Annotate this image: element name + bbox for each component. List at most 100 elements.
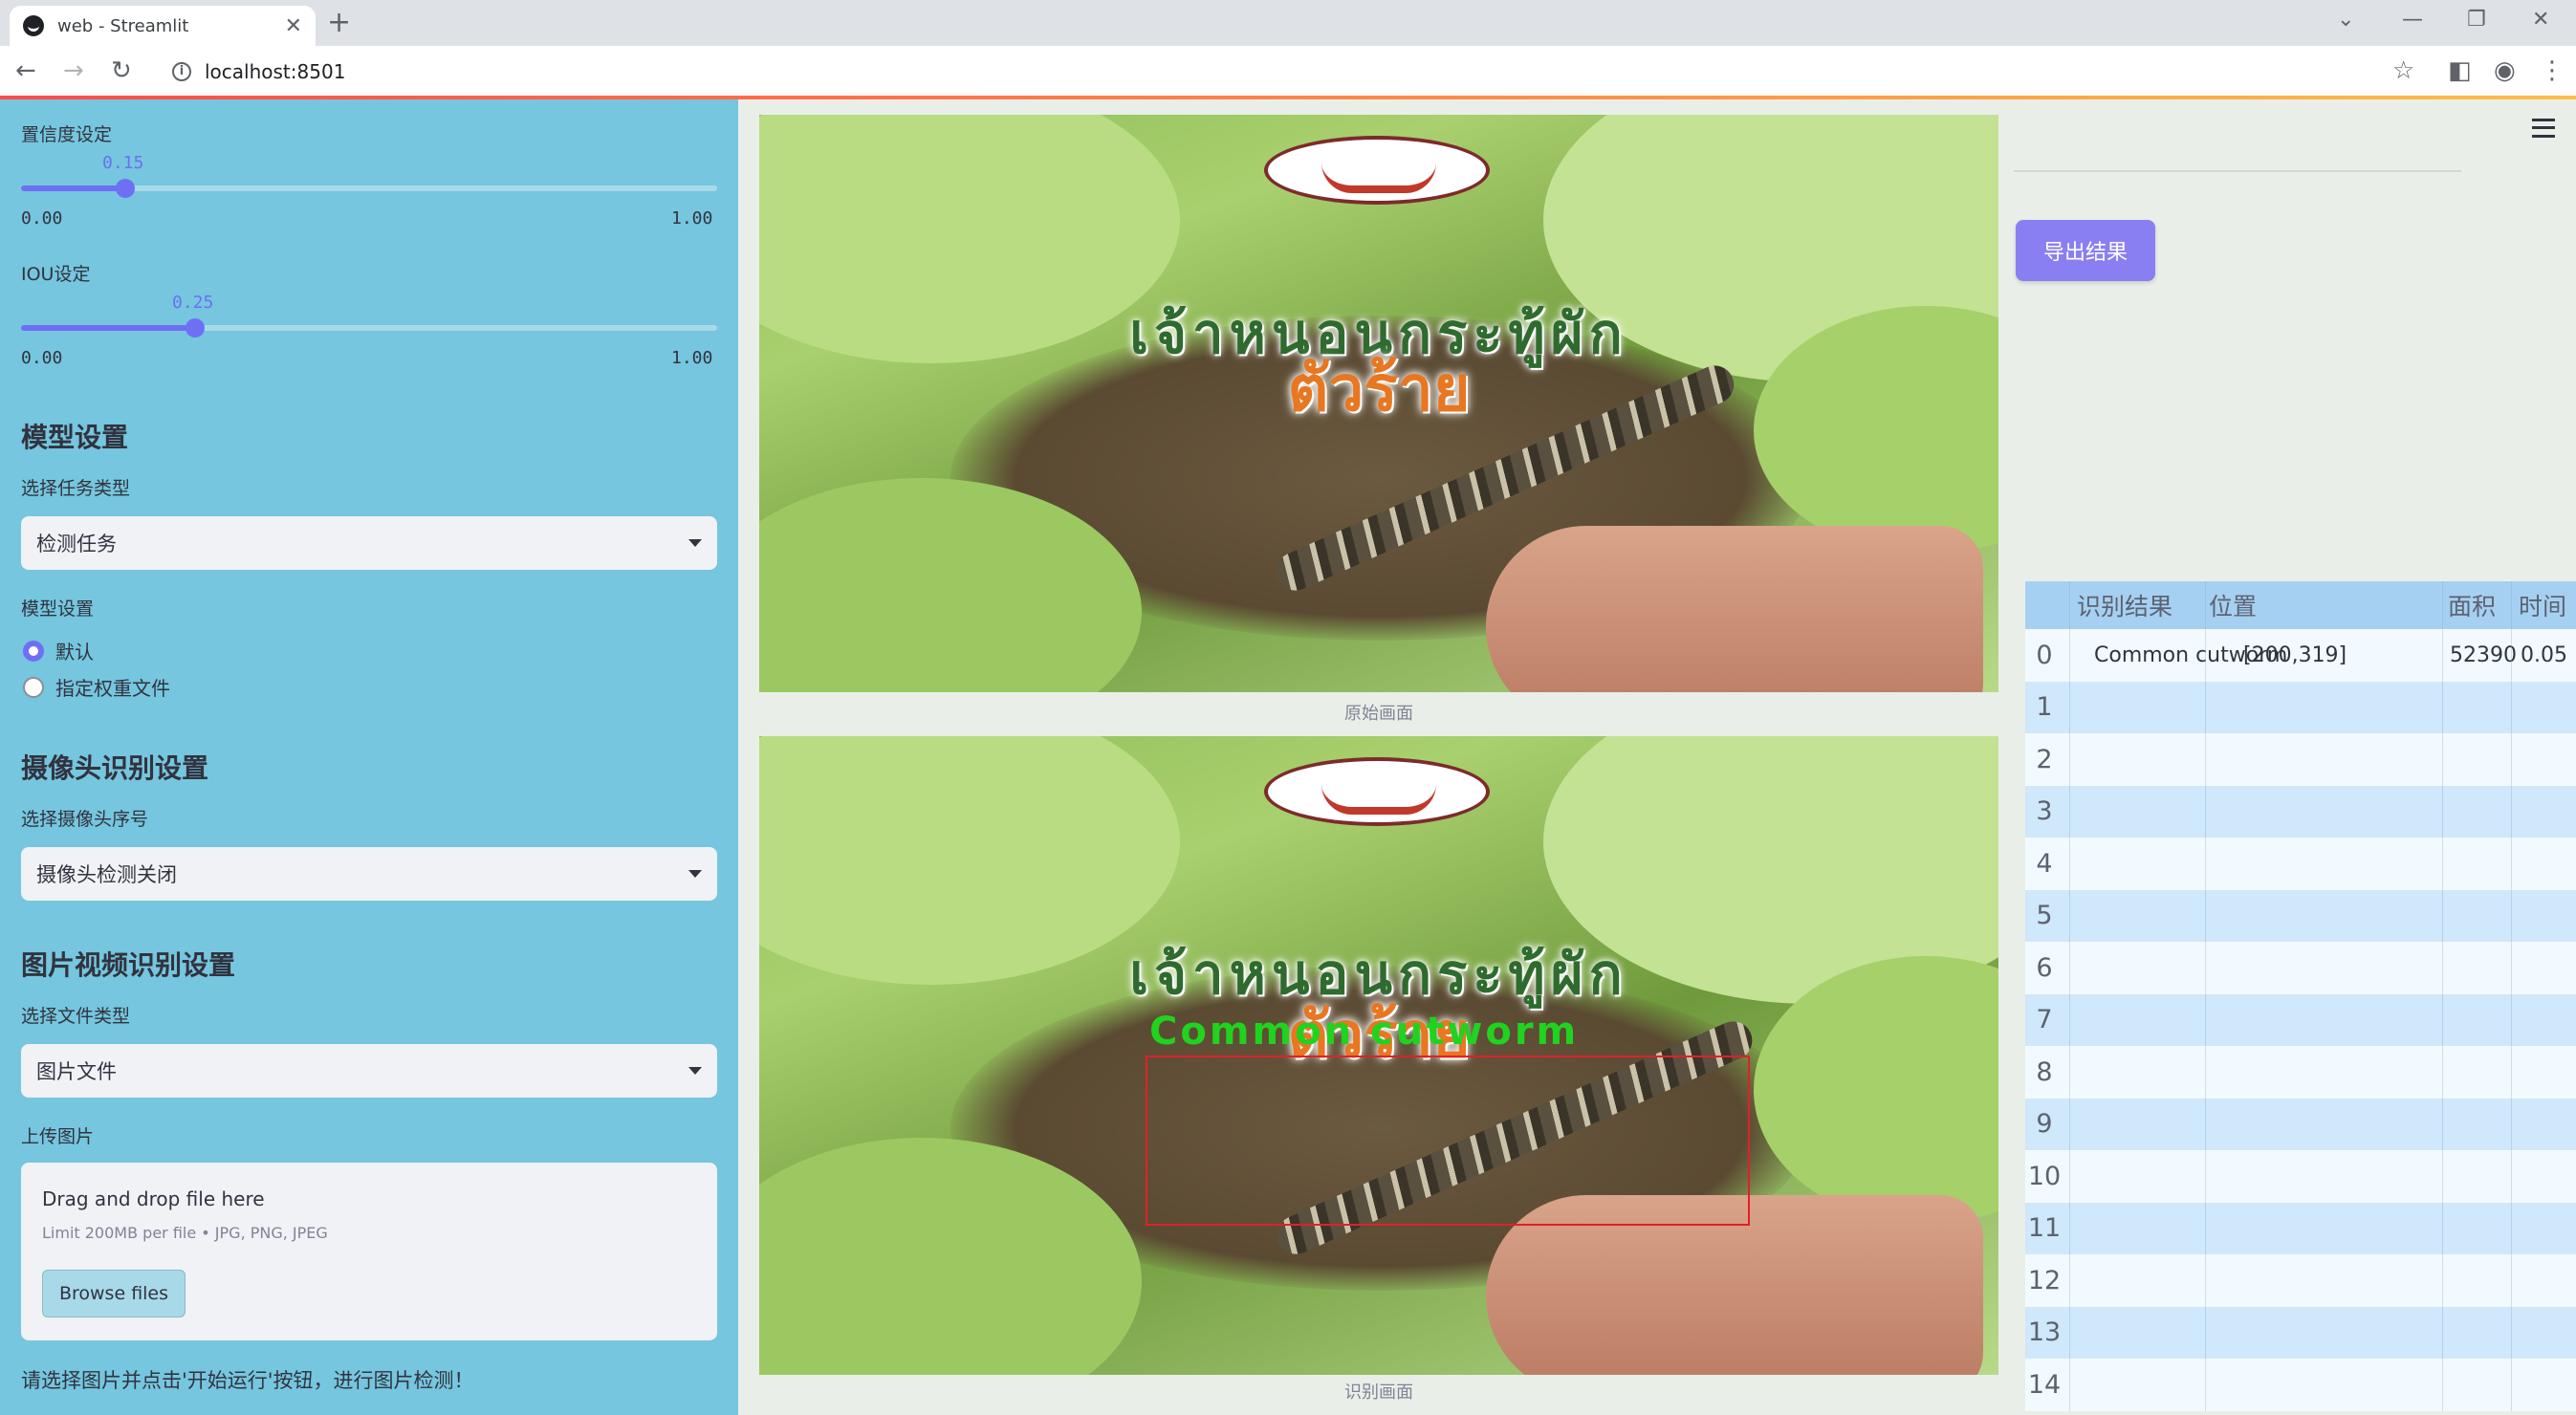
row-index: 8 [2036, 1056, 2053, 1087]
column-separator [2069, 1150, 2070, 1203]
column-separator [2442, 629, 2443, 682]
result-caption: 识别画面 [1344, 1382, 1413, 1403]
column-separator [2069, 733, 2070, 786]
column-separator [2442, 838, 2443, 890]
url-bar[interactable]: i localhost:8501 [161, 54, 2379, 90]
radio-default[interactable]: 默认 [23, 637, 94, 664]
media-section-heading: 图片视频识别设置 [21, 949, 236, 981]
column-separator [2205, 993, 2206, 1046]
row-index: 13 [2027, 1317, 2062, 1348]
iou-slider[interactable] [21, 318, 717, 337]
table-row[interactable]: 12 [2025, 1254, 2576, 1307]
row-index: 6 [2036, 952, 2053, 983]
radio-unselected-icon [23, 676, 44, 698]
column-header-time[interactable]: 时间 [2519, 588, 2566, 622]
row-index: 7 [2036, 1005, 2053, 1035]
table-row[interactable]: 11 [2025, 1202, 2576, 1254]
radio-default-label: 默认 [55, 641, 94, 664]
task-type-select[interactable]: 检测任务 [21, 516, 717, 570]
task-type-value: 检测任务 [36, 533, 117, 555]
row-index: 10 [2027, 1161, 2062, 1191]
sidebar: 置信度设定 0.15 0.00 1.00 IOU设定 0.25 0.00 1.0… [0, 99, 738, 1415]
hamburger-menu-icon[interactable] [2532, 119, 2555, 138]
minimize-icon[interactable]: — [2402, 8, 2423, 32]
table-row[interactable]: 13 [2025, 1306, 2576, 1359]
column-separator [2442, 889, 2443, 942]
table-row[interactable]: 3 [2025, 785, 2576, 838]
column-header-result[interactable]: 识别结果 [2077, 588, 2172, 622]
confidence-slider-thumb[interactable] [116, 179, 136, 198]
side-panel-icon[interactable]: ◧ [2448, 55, 2472, 86]
column-separator [2442, 681, 2443, 733]
row-index: 3 [2036, 796, 2053, 827]
tab-title: web - Streamlit [57, 15, 189, 36]
camera-select[interactable]: 摄像头检测关闭 [21, 847, 717, 901]
column-separator [2442, 1046, 2443, 1099]
column-separator [2069, 1098, 2070, 1150]
table-row[interactable]: 9 [2025, 1098, 2576, 1150]
finger-shape [1486, 526, 1983, 692]
file-type-select[interactable]: 图片文件 [21, 1044, 717, 1098]
export-results-button[interactable]: 导出结果 [2016, 220, 2155, 281]
confidence-max: 1.00 [671, 208, 713, 229]
column-separator [2205, 1150, 2206, 1203]
tab-search-icon[interactable]: ⌄ [2337, 8, 2354, 32]
iou-label: IOU设定 [21, 264, 91, 285]
file-uploader-dropzone[interactable]: Drag and drop file here Limit 200MB per … [21, 1163, 717, 1340]
table-row[interactable]: 1 [2025, 681, 2576, 733]
browser-menu-icon[interactable]: ⋮ [2540, 55, 2565, 86]
column-separator [2069, 581, 2070, 629]
table-header-row: 识别结果 位置 面积 时间 [2025, 581, 2576, 629]
close-tab-icon[interactable]: ✕ [285, 14, 302, 38]
reload-icon[interactable]: ↻ [111, 55, 132, 86]
profile-avatar-icon[interactable]: ◉ [2494, 55, 2516, 86]
table-row[interactable]: 14 [2025, 1359, 2576, 1411]
column-separator [2442, 1202, 2443, 1254]
column-header-area[interactable]: 面积 [2448, 588, 2496, 622]
table-row[interactable]: 6 [2025, 942, 2576, 994]
cell-area: 52390 [2450, 642, 2517, 667]
browse-files-button[interactable]: Browse files [42, 1270, 186, 1317]
column-separator [2511, 733, 2512, 786]
column-separator [2511, 889, 2512, 942]
restore-icon[interactable]: ❐ [2467, 8, 2486, 32]
model-setting-label: 模型设置 [21, 599, 95, 620]
column-header-position[interactable]: 位置 [2209, 588, 2257, 622]
iou-value: 0.25 [172, 293, 214, 313]
table-row[interactable]: 8 [2025, 1046, 2576, 1099]
file-type-label: 选择文件类型 [21, 1006, 131, 1027]
column-separator [2442, 1150, 2443, 1203]
table-row[interactable]: 2 [2025, 733, 2576, 786]
table-row[interactable]: 5 [2025, 889, 2576, 942]
channel-logo [1264, 136, 1490, 205]
column-separator [2442, 785, 2443, 838]
detection-bounding-box [1146, 1056, 1750, 1226]
close-window-icon[interactable]: ✕ [2532, 8, 2549, 32]
chevron-down-icon [688, 539, 702, 547]
table-row[interactable]: 4 [2025, 838, 2576, 890]
forward-icon[interactable]: → [63, 55, 84, 86]
back-icon[interactable]: ← [15, 55, 36, 86]
iou-slider-thumb[interactable] [186, 318, 205, 337]
row-index: 4 [2036, 848, 2053, 879]
column-separator [2205, 1202, 2206, 1254]
radio-weight-file[interactable]: 指定权重文件 [23, 673, 170, 701]
channel-logo [1264, 757, 1490, 826]
browser-tab[interactable]: web - Streamlit ✕ [10, 6, 316, 46]
address-toolbar: ← → ↻ i localhost:8501 ☆ ◧ ◉ ⋮ [0, 46, 2576, 98]
column-separator [2205, 1306, 2206, 1359]
cell-time: 0.05 [2521, 642, 2567, 667]
table-row[interactable]: 10 [2025, 1150, 2576, 1203]
column-separator [2069, 1202, 2070, 1254]
row-index: 12 [2027, 1265, 2062, 1295]
site-info-icon[interactable]: i [172, 62, 191, 81]
table-row[interactable]: 0 Common cutworm [200,319] 52390 0.05 [2025, 629, 2576, 682]
column-separator [2205, 733, 2206, 786]
table-row[interactable]: 7 [2025, 993, 2576, 1046]
column-separator [2069, 889, 2070, 942]
confidence-slider[interactable] [21, 179, 717, 198]
new-tab-button[interactable]: + [327, 6, 351, 40]
upload-limit-text: Limit 200MB per file • JPG, PNG, JPEG [42, 1224, 328, 1242]
file-type-value: 图片文件 [36, 1060, 117, 1083]
bookmark-star-icon[interactable]: ☆ [2392, 55, 2414, 86]
